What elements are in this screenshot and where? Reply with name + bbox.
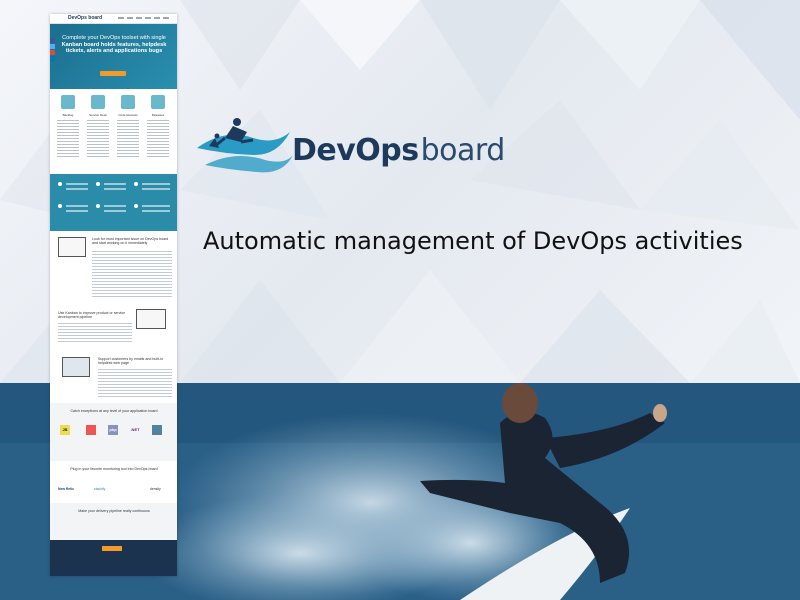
preview-features: Backlog Service Desk Code Reviews Releas…	[50, 89, 177, 174]
javascript-logo: JS	[60, 425, 70, 435]
dotnet-logo: .NET	[130, 427, 140, 432]
preview-laptop-screenshot	[62, 357, 90, 377]
php-logo: php	[108, 425, 118, 435]
feature-icon	[151, 95, 165, 109]
tagline: Automatic management of DevOps activitie…	[203, 227, 743, 255]
website-preview: DevOps board Complete your DevOps toolse…	[50, 14, 177, 576]
linkedin-icon	[50, 56, 55, 61]
feature-icon	[61, 95, 75, 109]
java-logo	[152, 425, 162, 435]
preview-section-3: Support customers by emails and built-in…	[50, 347, 177, 403]
section-heading: Make your delivery pipeline really conti…	[78, 509, 150, 513]
newrelic-logo: New Relic	[58, 487, 75, 491]
hero-line-1: Complete your DevOps toolset with single	[62, 35, 166, 41]
preview-hero: Complete your DevOps toolset with single…	[50, 24, 177, 89]
stackify-logo: stackify	[94, 487, 106, 491]
preview-nav-links	[118, 17, 172, 19]
preview-section-2: Use Kanban to improve product or service…	[50, 305, 177, 347]
section-heading: Plug in your favorite monitoring tool in…	[70, 467, 158, 471]
preview-section-1: Look for most important issue on DevOps …	[50, 231, 177, 305]
section-heading: Support customers by emails and built-in…	[98, 357, 163, 366]
logo-word-board: board	[420, 133, 506, 168]
section-heading: Use Kanban to improve product or service…	[58, 311, 126, 320]
ruby-logo	[86, 425, 96, 435]
preview-section-5: Plug in your favorite monitoring tool in…	[50, 461, 177, 503]
feature-icon	[121, 95, 135, 109]
preview-footer-button	[102, 546, 122, 551]
feature-title: Service Desk	[89, 113, 107, 117]
feature-card: Service Desk	[86, 95, 110, 167]
preview-section-6: Make your delivery pipeline really conti…	[50, 503, 177, 541]
section-heading: Look for most important issue on DevOps …	[92, 237, 169, 246]
feature-card: Code Reviews	[116, 95, 140, 167]
logo-wordmark: DevOpsboard	[292, 133, 505, 168]
preview-cta-button	[100, 71, 126, 76]
hero-line-2: Kanban board holds features, helpdesk	[61, 41, 167, 48]
feature-card: Backlog	[56, 95, 80, 167]
preview-screenshot	[58, 237, 86, 257]
facebook-icon	[50, 38, 55, 43]
surfer-logo-icon	[197, 118, 293, 173]
section-heading: Catch exceptions at any level of your ap…	[70, 409, 158, 413]
density-logo: density	[150, 487, 161, 491]
preview-screenshot	[136, 309, 166, 329]
preview-footer	[50, 540, 177, 576]
preview-navbar: DevOps board	[50, 14, 177, 24]
preview-logo: DevOps board	[68, 15, 103, 21]
preview-section-4: Catch exceptions at any level of your ap…	[50, 403, 177, 461]
preview-hero-text: Complete your DevOps toolset with single…	[58, 35, 170, 55]
feature-title: Releases	[151, 113, 165, 117]
feature-title: Backlog	[62, 113, 74, 117]
hero-line-3: tickets, alerts and applications bugs	[65, 48, 163, 55]
feature-card: Releases	[146, 95, 170, 167]
preview-teal-band	[50, 174, 177, 231]
google-plus-icon	[50, 50, 55, 55]
feature-title: Code Reviews	[118, 113, 138, 117]
logo-word-devops: DevOps	[292, 133, 419, 168]
twitter-icon	[50, 44, 55, 49]
feature-icon	[91, 95, 105, 109]
